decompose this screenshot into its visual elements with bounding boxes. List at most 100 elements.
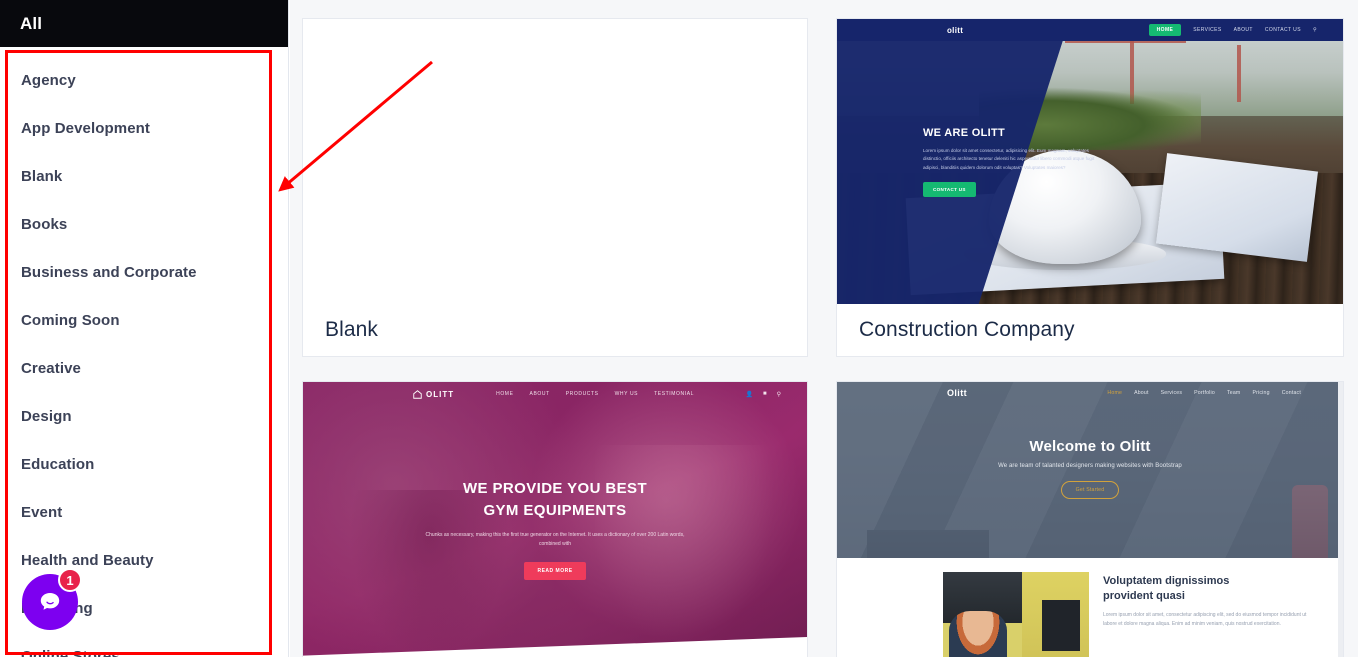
search-icon: ⚲ (1312, 27, 1317, 33)
sidebar-header-label: All (20, 13, 43, 33)
site-logo: Olitt (947, 388, 967, 398)
category-label: Coming Soon (21, 311, 120, 329)
nav-link-testimonial: TESTIMONIAL (654, 391, 695, 397)
sidebar-item-agency[interactable]: Agency (0, 56, 288, 104)
blog-title: Voluptatem dignissimos provident quasi (1103, 574, 1317, 604)
template-thumbnail-blank (303, 19, 807, 304)
sidebar-item-online-stores[interactable]: Online Stores (0, 632, 288, 657)
template-title: Blank (325, 318, 379, 341)
nav-link-products: PRODUCTS (565, 391, 599, 397)
category-label: Business and Corporate (21, 263, 197, 281)
sidebar-item-app-development[interactable]: App Development (0, 104, 288, 152)
chat-unread-badge: 1 (58, 568, 82, 592)
preview-nav-links: HOME SERVICES ABOUT CONTACT US ⚲ (1148, 24, 1317, 36)
nav-link-team: Team (1226, 390, 1241, 396)
category-label: Health and Beauty (21, 551, 154, 569)
blog-text: Voluptatem dignissimos provident quasi L… (1103, 572, 1317, 657)
sidebar-item-education[interactable]: Education (0, 440, 288, 488)
preview-navbar: Olitt Home About Services Portfolio Team… (837, 382, 1343, 404)
user-icon: 👤 (745, 391, 753, 398)
template-card-business[interactable]: Olitt Home About Services Portfolio Team… (836, 381, 1344, 657)
category-label: Creative (21, 359, 82, 377)
template-card-construction-company[interactable]: olitt HOME SERVICES ABOUT CONTACT US ⚲ W… (836, 18, 1344, 357)
category-label: Blank (21, 167, 63, 185)
sidebar-item-books[interactable]: Books (0, 200, 288, 248)
template-grid: Blank olitt HOME SERVICES ABOUT CONTACT … (302, 18, 1344, 657)
nav-link-home: Home (1107, 390, 1123, 396)
cart-icon: ■ (762, 390, 767, 397)
sidebar-item-design[interactable]: Design (0, 392, 288, 440)
nav-link-services: Services (1160, 390, 1183, 396)
preview-navbar: OLITT HOME ABOUT PRODUCTS WHY US TESTIMO… (303, 382, 807, 406)
hero-body: Lorem ipsum dolor sit amet consectetur, … (923, 148, 1095, 170)
hero-cta-button: READ MORE (524, 561, 586, 580)
preview-nav-icons: 👤 ■ ⚲ (745, 391, 781, 398)
template-card-blank[interactable]: Blank (302, 18, 808, 357)
blog-thumbnail (943, 572, 1089, 657)
sidebar-item-blank[interactable]: Blank (0, 152, 288, 200)
category-label: Event (21, 503, 63, 521)
sidebar-item-coming-soon[interactable]: Coming Soon (0, 296, 288, 344)
category-label: Agency (21, 71, 76, 89)
blog-image-cabinet (1042, 600, 1081, 651)
nav-link-pricing: Pricing (1252, 390, 1270, 396)
preview-scrollbar (1338, 382, 1343, 657)
hero-body: We are team of talanted designers making… (998, 463, 1182, 469)
hero-cta-button: Get Started (1060, 481, 1120, 499)
hero-heading: WE PROVIDE YOU BEST GYM EQUIPMENTS (303, 478, 807, 522)
template-gallery: Blank olitt HOME SERVICES ABOUT CONTACT … (290, 0, 1358, 657)
hero-heading: Welcome to Olitt (1029, 438, 1151, 455)
crane-mast-icon (1236, 44, 1241, 102)
nav-link-about: ABOUT (529, 391, 550, 397)
site-logo: OLITT (413, 390, 454, 399)
chat-widget[interactable]: 1 (22, 568, 82, 630)
nav-link-about: ABOUT (1233, 27, 1253, 33)
nav-link-about: About (1134, 390, 1149, 396)
category-sidebar: All Agency App Development Blank Books B… (0, 0, 289, 657)
sidebar-item-event[interactable]: Event (0, 488, 288, 536)
preview-hero: Welcome to Olitt We are team of talanted… (837, 438, 1343, 499)
blueprint-papers (1155, 152, 1318, 262)
site-logo: olitt (947, 25, 964, 35)
blog-title-line1: Voluptatem dignissimos (1103, 575, 1230, 587)
site-logo-text: OLITT (426, 389, 455, 399)
preview-hero: WE ARE OLITT Lorem ipsum dolor sit amet … (923, 127, 1108, 198)
hero-heading: WE ARE OLITT (923, 127, 1006, 139)
sidebar-header-all[interactable]: All (0, 0, 288, 47)
category-label: Design (21, 407, 72, 425)
nav-link-why-us: WHY US (614, 391, 639, 397)
search-icon: ⚲ (776, 391, 781, 398)
preview-hero: WE PROVIDE YOU BEST GYM EQUIPMENTS Chunk… (303, 478, 807, 580)
sidebar-item-business-and-corporate[interactable]: Business and Corporate (0, 248, 288, 296)
house-icon (413, 389, 422, 399)
nav-link-services: SERVICES (1193, 27, 1222, 33)
template-thumbnail-gym: OLITT HOME ABOUT PRODUCTS WHY US TESTIMO… (303, 382, 807, 657)
nav-link-contact-us: CONTACT US (1264, 27, 1301, 33)
preview-blog-section: Voluptatem dignissimos provident quasi L… (837, 558, 1343, 657)
nav-link-contact: Contact (1281, 390, 1301, 396)
category-list: Agency App Development Blank Books Busin… (0, 47, 288, 657)
sidebar-item-creative[interactable]: Creative (0, 344, 288, 392)
blog-body: Lorem ipsum dolor sit amet, consectetur … (1103, 611, 1307, 628)
blog-title-line2: provident quasi (1103, 589, 1185, 602)
preview-nav-links: Home About Services Portfolio Team Prici… (1107, 390, 1301, 396)
category-label: Online Stores (21, 647, 120, 657)
template-thumbnail-construction-company: olitt HOME SERVICES ABOUT CONTACT US ⚲ W… (837, 19, 1343, 304)
nav-link-portfolio: Portfolio (1194, 390, 1215, 396)
preview-navbar: olitt HOME SERVICES ABOUT CONTACT US ⚲ (837, 19, 1343, 41)
nav-link-home: HOME (1148, 24, 1182, 36)
blog-image-person (948, 611, 1008, 657)
template-title: Construction Company (859, 318, 1075, 341)
nav-link-home: HOME (496, 391, 514, 397)
app-root: All Agency App Development Blank Books B… (0, 0, 1358, 657)
hero-body: Chunks as necessary, making this the fir… (425, 531, 685, 548)
hero-heading-line2: GYM EQUIPMENTS (483, 501, 627, 519)
template-card-gym[interactable]: OLITT HOME ABOUT PRODUCTS WHY US TESTIMO… (302, 381, 808, 657)
preview-nav-links: HOME ABOUT PRODUCTS WHY US TESTIMONIAL (496, 391, 694, 397)
hero-heading-line1: WE PROVIDE YOU BEST (462, 480, 648, 497)
category-label: Education (21, 455, 95, 473)
category-label: App Development (21, 119, 151, 137)
template-thumbnail-business: Olitt Home About Services Portfolio Team… (837, 382, 1343, 657)
hero-cta-button: CONTACT US (923, 182, 976, 198)
category-label: Books (21, 215, 68, 233)
